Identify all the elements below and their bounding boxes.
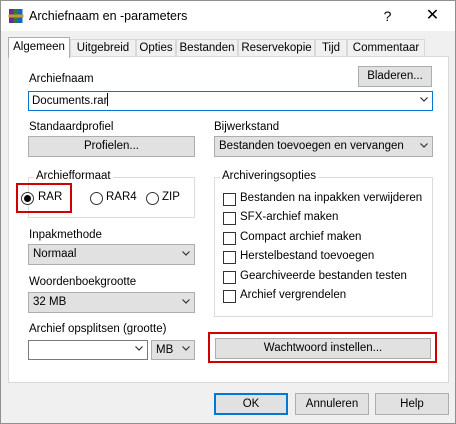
zip-radio-label[interactable]: ZIP	[162, 191, 180, 203]
rar4-radio[interactable]	[90, 192, 103, 205]
window-title: Archiefnaam en -parameters	[29, 9, 188, 23]
split-size-label: Archief opsplitsen (grootte)	[29, 323, 167, 335]
update-mode-dropdown[interactable]: Bestanden toevoegen en vervangen	[214, 136, 433, 157]
help-button[interactable]: Help	[375, 393, 449, 415]
cancel-button[interactable]: Annuleren	[295, 393, 369, 415]
split-unit-dropdown[interactable]: MB	[151, 340, 195, 360]
set-password-button[interactable]: Wachtwoord instellen...	[215, 338, 431, 359]
chevron-down-icon	[182, 250, 190, 256]
recovery-record-label[interactable]: Herstelbestand toevoegen	[240, 250, 374, 262]
title-bar[interactable]: Archiefnaam en -parameters ? ✕	[1, 1, 455, 31]
tab-bestanden[interactable]: Bestanden	[176, 39, 238, 57]
default-profile-label: Standaardprofiel	[29, 121, 114, 133]
text-cursor	[107, 93, 109, 106]
lock-archive-checkbox[interactable]	[223, 290, 236, 303]
dictionary-size-dropdown[interactable]: 32 MB	[28, 292, 195, 313]
ok-button[interactable]: OK	[214, 393, 288, 415]
test-files-checkbox[interactable]	[223, 271, 236, 284]
rar-radio[interactable]	[21, 192, 34, 205]
archiving-options-label: Archiveringsopties	[220, 170, 318, 182]
delete-files-label[interactable]: Bestanden na inpakken verwijderen	[240, 192, 422, 204]
chevron-down-icon	[420, 97, 428, 102]
solid-archive-checkbox[interactable]	[223, 232, 236, 245]
browse-button[interactable]: Bladeren...	[358, 66, 432, 87]
tab-tijd[interactable]: Tijd	[315, 39, 347, 57]
dictionary-size-value: 32 MB	[33, 296, 67, 308]
compression-label: Inpakmethode	[29, 229, 102, 241]
rar-radio-label[interactable]: RAR	[38, 191, 62, 203]
zip-radio[interactable]	[146, 192, 159, 205]
chevron-down-icon	[420, 142, 428, 148]
archive-name-field[interactable]: Documents.rar	[28, 91, 433, 111]
split-size-input[interactable]	[28, 340, 148, 360]
tab-algemeen[interactable]: Algemeen	[8, 37, 70, 58]
tab-commentaar[interactable]: Commentaar	[347, 39, 425, 57]
sfx-archive-checkbox[interactable]	[223, 212, 236, 225]
general-tab-panel: Archiefnaam Bladeren... Documents.rar St…	[8, 56, 449, 383]
lock-archive-label[interactable]: Archief vergrendelen	[240, 289, 346, 301]
tab-opties[interactable]: Opties	[136, 39, 176, 57]
compression-dropdown[interactable]: Normaal	[28, 244, 195, 265]
profiles-button[interactable]: Profielen...	[28, 136, 195, 157]
split-unit-value: MB	[156, 344, 174, 356]
dictionary-size-label: Woordenboekgrootte	[29, 276, 137, 288]
archive-name-label: Archiefnaam	[29, 73, 94, 85]
rar4-radio-label[interactable]: RAR4	[106, 191, 137, 203]
close-button[interactable]: ✕	[410, 1, 455, 31]
archive-name-value: Documents.rar	[32, 95, 108, 107]
compression-value: Normaal	[33, 248, 77, 260]
chevron-down-icon	[182, 346, 190, 351]
tab-uitgebreid[interactable]: Uitgebreid	[70, 39, 136, 57]
winrar-icon	[8, 9, 24, 23]
chevron-down-icon	[182, 298, 190, 304]
test-files-label[interactable]: Gearchiveerde bestanden testen	[240, 270, 407, 282]
delete-files-checkbox[interactable]	[223, 193, 236, 206]
chevron-down-icon	[135, 346, 143, 351]
recovery-record-checkbox[interactable]	[223, 251, 236, 264]
dialog-window: Archiefnaam en -parameters ? ✕ Algemeen …	[0, 0, 456, 424]
archive-format-label: Archiefformaat	[34, 170, 113, 182]
sfx-archive-label[interactable]: SFX-archief maken	[240, 211, 338, 223]
tab-reservekopie[interactable]: Reservekopie	[238, 39, 315, 57]
help-titlebar-button[interactable]: ?	[365, 1, 410, 31]
solid-archive-label[interactable]: Compact archief maken	[240, 231, 361, 243]
update-mode-value: Bestanden toevoegen en vervangen	[219, 140, 404, 152]
update-mode-label: Bijwerkstand	[214, 121, 280, 133]
